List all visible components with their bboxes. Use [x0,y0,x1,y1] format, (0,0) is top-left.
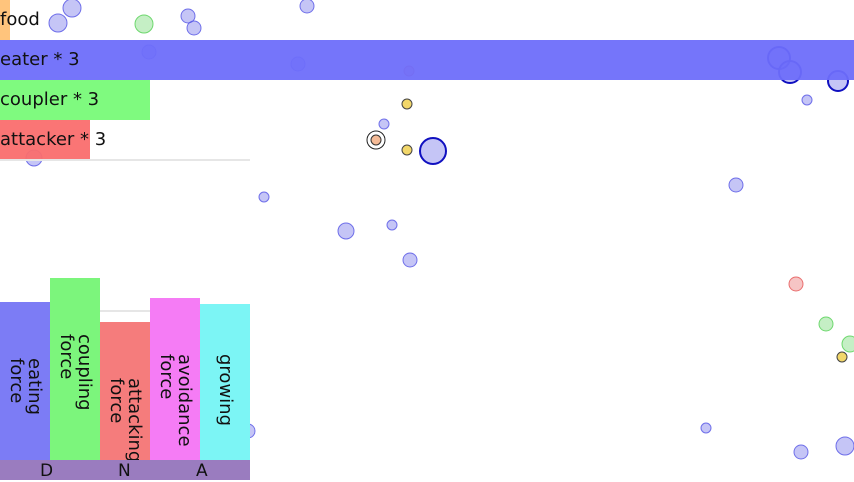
eater-cell [186,20,202,36]
attacker-population-bar: attacker * 3 [0,120,106,160]
genome-letter-n: N [118,461,131,481]
genome-letter-d: D [40,461,54,481]
eater-cell [378,118,390,130]
eater-population-bar: eater * 3 [0,40,854,80]
attacking-force-bar: attacking force [100,322,150,460]
coupling-force-label: coupling force [56,334,95,411]
eater-cell [835,436,854,456]
eater-cell [728,177,744,193]
eater-bar-label: eater * 3 [0,49,80,70]
genome-letter-a: A [196,461,208,481]
coupler-cell [134,14,154,34]
attacker-cell [788,276,804,292]
eater-cell [386,219,398,231]
avoidance-force-bar: avoidance force [150,298,200,460]
eating-force-label: eating force [6,358,45,415]
growing-force-bar: growing [200,304,250,460]
food-bar-label: food [0,9,40,30]
eater-cell [700,422,712,434]
eating-force-bar: eating force [0,302,50,460]
eater-cell [337,222,355,240]
food-cell [401,98,413,110]
eater-cell [62,0,82,18]
player-cell-core [370,134,382,146]
avoidance-force-label: avoidance force [156,354,195,447]
food-cell [836,351,848,363]
eater-cell [793,444,809,460]
coupler-cell [841,335,854,353]
eater-cell [419,137,447,165]
growing-force-label: growing [215,354,236,426]
eater-cell [402,252,418,268]
eater-cell [801,94,813,106]
coupler-population-bar: coupler * 3 [0,80,150,120]
food-population-bar: food [0,0,40,40]
coupling-force-bar: coupling force [50,278,100,460]
food-cell [401,144,413,156]
coupler-bar-label: coupler * 3 [0,89,100,110]
attacking-force-label: attacking force [106,378,145,460]
eater-cell [48,13,68,33]
attacker-bar-label: attacker * 3 [0,129,107,150]
coupler-cell [818,316,834,332]
eater-cell [299,0,315,14]
eater-cell [258,191,270,203]
population-divider [0,159,250,161]
